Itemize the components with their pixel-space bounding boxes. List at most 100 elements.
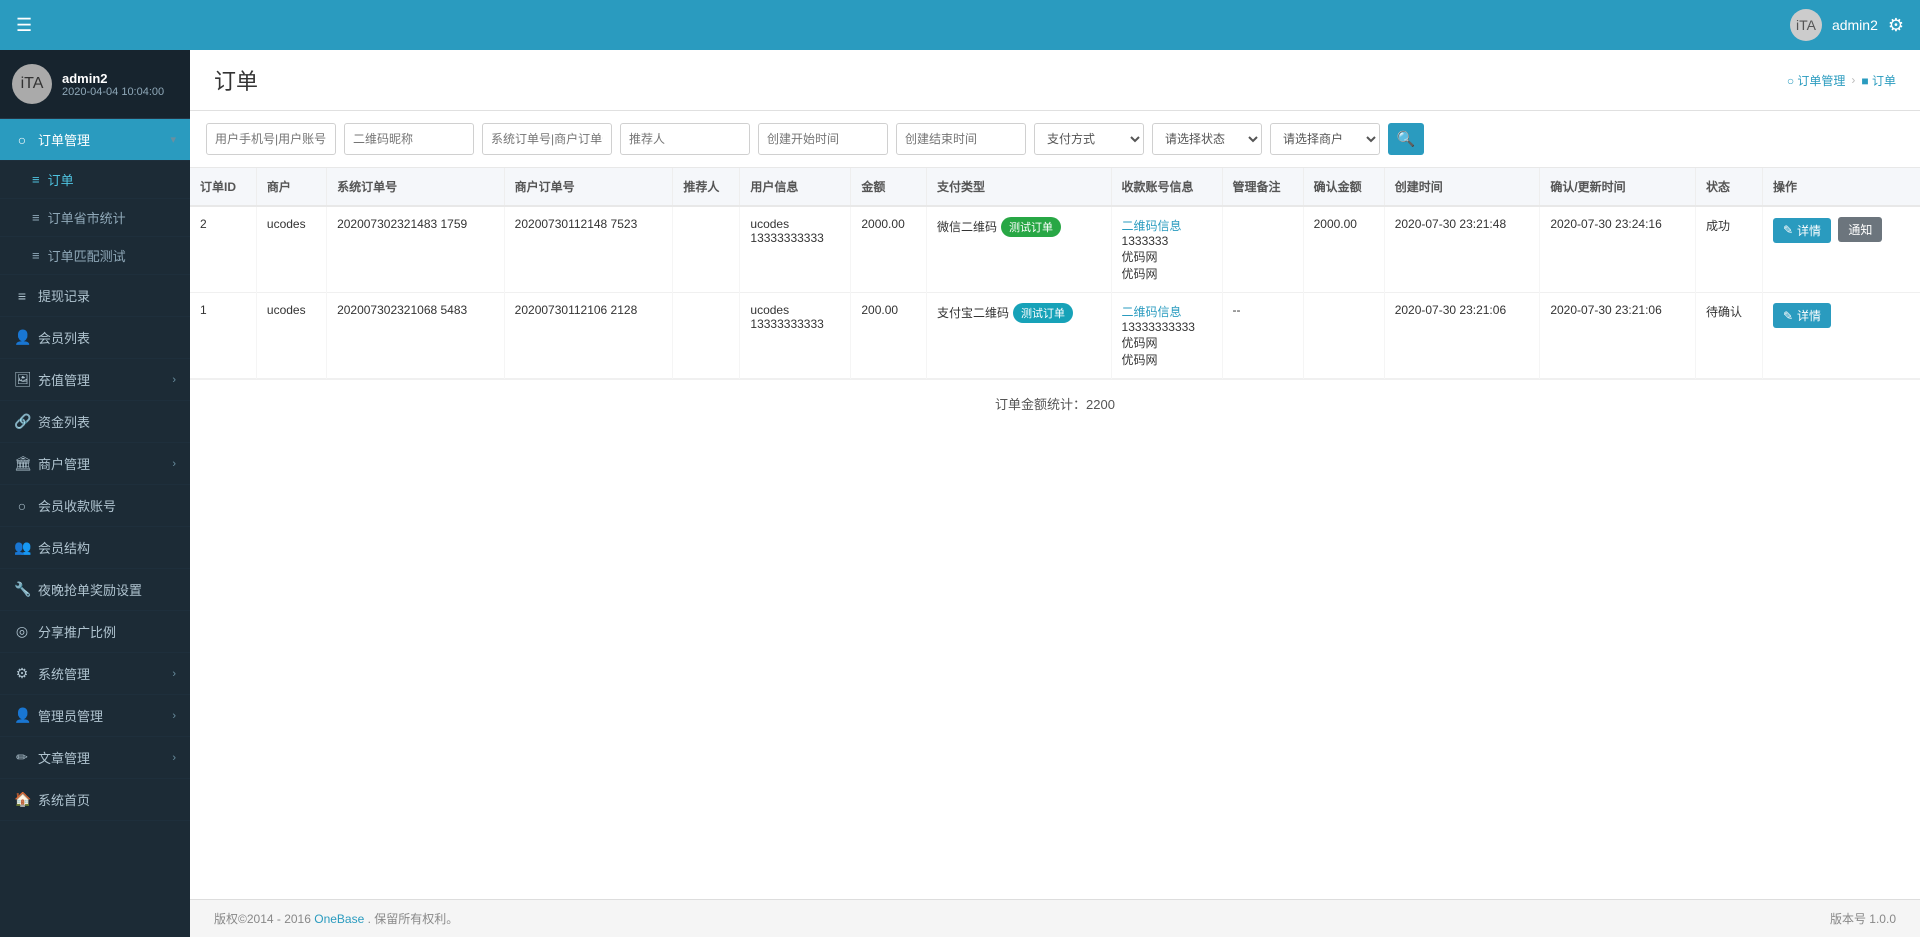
pay-method-select[interactable]: 支付方式 微信 支付宝 <box>1034 123 1144 155</box>
sidebar-item-label: 文章管理 <box>38 748 164 767</box>
cell-admin-note <box>1222 206 1303 293</box>
order-no-input[interactable] <box>482 123 612 155</box>
sidebar-item-member-list[interactable]: 👤 会员列表 <box>0 317 190 359</box>
sidebar-item-member-structure[interactable]: 👥 会员结构 <box>0 527 190 569</box>
sidebar-item-order-match[interactable]: ≡ 订单匹配测试 <box>0 237 190 275</box>
cell-merchant: ucodes <box>256 293 326 379</box>
sidebar-item-member-account[interactable]: ○ 会员收款账号 <box>0 485 190 527</box>
page-header: 订单 ○ 订单管理 › ■ 订单 <box>190 50 1920 111</box>
col-pay-type: 支付类型 <box>927 168 1112 206</box>
page-title: 订单 <box>214 64 258 96</box>
start-time-input[interactable] <box>758 123 888 155</box>
sidebar-sub-label: 订单匹配测试 <box>48 246 126 265</box>
detail-button[interactable]: ✎ 详情 <box>1773 218 1831 243</box>
chevron-icon: › <box>172 374 176 386</box>
sidebar-item-label: 商户管理 <box>38 454 164 473</box>
cell-create-time: 2020-07-30 23:21:48 <box>1384 206 1540 293</box>
cell-sys-order: 202007302321483 1759 <box>327 206 505 293</box>
breadcrumb: ○ 订单管理 › ■ 订单 <box>1787 72 1896 89</box>
sidebar-username: admin2 <box>62 71 164 86</box>
footer-link[interactable]: OneBase <box>314 912 364 926</box>
sidebar-item-withdraw[interactable]: ≡ 提现记录 <box>0 275 190 317</box>
cell-pay-type: 微信二维码测试订单 <box>927 206 1112 293</box>
footer-version: 版本号 1.0.0 <box>1830 910 1896 927</box>
chevron-icon: › <box>172 668 176 680</box>
breadcrumb-link-order-mgmt[interactable]: ○ 订单管理 <box>1787 72 1846 89</box>
sidebar-item-system-mgmt[interactable]: ⚙ 系统管理 › <box>0 653 190 695</box>
sidebar-item-label: 提现记录 <box>38 286 176 305</box>
cell-sys-order: 202007302321068 5483 <box>327 293 505 379</box>
match-icon: ≡ <box>32 248 40 263</box>
hamburger-icon[interactable]: ☰ <box>16 15 32 36</box>
cell-amount: 200.00 <box>851 293 927 379</box>
sidebar-item-share-ratio[interactable]: ◎ 分享推广比例 <box>0 611 190 653</box>
main-content: 订单 ○ 订单管理 › ■ 订单 支付方式 微信 支付宝 请选择状态 成功 <box>190 50 1920 937</box>
chevron-icon: › <box>172 458 176 470</box>
sidebar-item-order-mgmt[interactable]: ○ 订单管理 ▾ <box>0 119 190 161</box>
referrer-input[interactable] <box>620 123 750 155</box>
table-wrapper: 订单ID 商户 系统订单号 商户订单号 推荐人 用户信息 金额 支付类型 收款账… <box>190 168 1920 899</box>
col-status: 状态 <box>1695 168 1762 206</box>
topbar-right: iTA admin2 ⚙ <box>1790 9 1904 41</box>
sidebar-item-fund[interactable]: 🔗 资金列表 <box>0 401 190 443</box>
topbar-left: ☰ <box>16 15 32 36</box>
cell-order-id: 2 <box>190 206 256 293</box>
cell-update-time: 2020-07-30 23:21:06 <box>1540 293 1696 379</box>
table-summary: 订单金额统计：2200 <box>190 379 1920 427</box>
breadcrumb-link-orders[interactable]: ■ 订单 <box>1861 72 1896 89</box>
detail-button[interactable]: ✎ 详情 <box>1773 303 1831 328</box>
chevron-icon: ▾ <box>170 133 176 146</box>
cell-admin-note: -- <box>1222 293 1303 379</box>
sidebar-item-label: 会员列表 <box>38 328 176 347</box>
home-icon: 🏠 <box>14 791 30 808</box>
col-account-info: 收款账号信息 <box>1111 168 1222 206</box>
sidebar-item-order-stats[interactable]: ≡ 订单省市统计 <box>0 199 190 237</box>
pay-tag: 测试订单 <box>1013 303 1073 323</box>
phone-input[interactable] <box>206 123 336 155</box>
col-merchant: 商户 <box>256 168 326 206</box>
stats-icon: ≡ <box>32 210 40 225</box>
end-time-input[interactable] <box>896 123 1026 155</box>
qrcode-input[interactable] <box>344 123 474 155</box>
sidebar-item-label: 会员收款账号 <box>38 496 176 515</box>
account-link[interactable]: 二维码信息 <box>1122 219 1182 233</box>
admin-icon: 👤 <box>14 707 30 724</box>
table-header-row: 订单ID 商户 系统订单号 商户订单号 推荐人 用户信息 金额 支付类型 收款账… <box>190 168 1920 206</box>
sidebar-item-night-reward[interactable]: 🔧 夜晚抢单奖励设置 <box>0 569 190 611</box>
table-row: 1 ucodes 202007302321068 5483 2020073011… <box>190 293 1920 379</box>
notify-button[interactable]: 通知 <box>1838 217 1882 242</box>
detail-icon: ✎ <box>1783 223 1793 237</box>
cell-user-info: ucodes13333333333 <box>740 206 851 293</box>
table-row: 2 ucodes 202007302321483 1759 2020073011… <box>190 206 1920 293</box>
footer-copyright: 版权©2014 - 2016 OneBase . 保留所有权利。 <box>214 910 458 927</box>
sidebar-item-label: 夜晚抢单奖励设置 <box>38 580 176 599</box>
search-icon: 🔍 <box>1397 130 1416 148</box>
status-select[interactable]: 请选择状态 成功 待确认 失败 <box>1152 123 1262 155</box>
recharge-icon: 🖼 <box>14 371 30 388</box>
sidebar-item-merchant[interactable]: 🏛 商户管理 › <box>0 443 190 485</box>
col-user-info: 用户信息 <box>740 168 851 206</box>
sidebar-item-article-mgmt[interactable]: ✏ 文章管理 › <box>0 737 190 779</box>
col-sys-order: 系统订单号 <box>327 168 505 206</box>
sidebar-item-admin-mgmt[interactable]: 👤 管理员管理 › <box>0 695 190 737</box>
cell-referrer <box>673 293 740 379</box>
cell-referrer <box>673 206 740 293</box>
footer: 版权©2014 - 2016 OneBase . 保留所有权利。 版本号 1.0… <box>190 899 1920 937</box>
search-button[interactable]: 🔍 <box>1388 123 1424 155</box>
sidebar-item-orders[interactable]: ≡ 订单 <box>0 161 190 199</box>
cell-action: ✎ 详情 通知 <box>1762 206 1920 293</box>
orders-icon: ≡ <box>32 172 40 187</box>
filter-bar: 支付方式 微信 支付宝 请选择状态 成功 待确认 失败 请选择商户 ucodes… <box>190 111 1920 168</box>
cell-account-info: 二维码信息 13333333333 优码网 优码网 <box>1111 293 1222 379</box>
sidebar-item-recharge[interactable]: 🖼 充值管理 › <box>0 359 190 401</box>
cell-amount: 2000.00 <box>851 206 927 293</box>
merchant-select[interactable]: 请选择商户 ucodes <box>1270 123 1380 155</box>
settings-icon[interactable]: ⚙ <box>1888 15 1904 36</box>
withdraw-icon: ≡ <box>14 288 30 304</box>
fund-icon: 🔗 <box>14 413 30 430</box>
account-link[interactable]: 二维码信息 <box>1122 305 1182 319</box>
sidebar-item-label: 订单管理 <box>38 130 162 149</box>
cell-status: 待确认 <box>1695 293 1762 379</box>
cell-status: 成功 <box>1695 206 1762 293</box>
sidebar-item-system-home[interactable]: 🏠 系统首页 <box>0 779 190 821</box>
